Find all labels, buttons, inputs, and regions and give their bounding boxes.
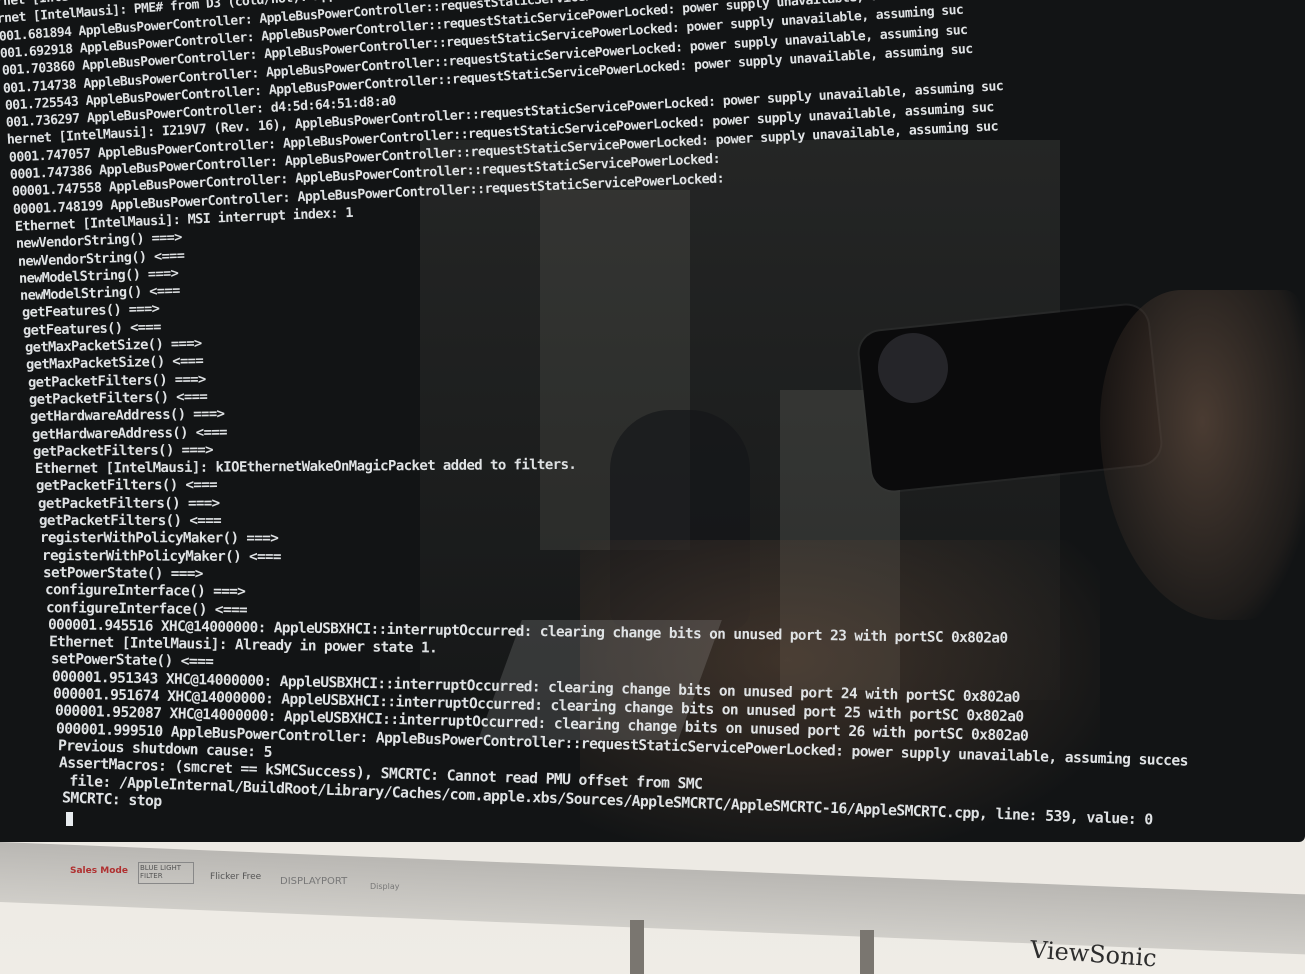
log-line: getMaxPacketSize() <=== — [25, 353, 204, 374]
log-line: SMCRTC: stop — [61, 789, 162, 811]
log-line: getHardwareAddress() <=== — [31, 424, 227, 443]
monitor-stand-right — [860, 930, 874, 974]
log-line: getPacketFilters() <=== — [39, 512, 222, 530]
log-line: getPacketFilters() ===> — [27, 371, 206, 391]
boot-log: rnet [IntelMausi]: PME# from D3 (cold/ho… — [0, 0, 1305, 842]
log-line: getPacketFilters() <=== — [36, 477, 218, 495]
log-line: configureInterface() <=== — [46, 599, 248, 619]
sales-mode-badge: Sales Mode — [70, 866, 128, 876]
log-line: getPacketFilters() ===> — [37, 495, 220, 512]
monitor-bottom-bezel — [0, 842, 1305, 955]
blue-light-filter-badge: BLUE LIGHT FILTER — [138, 862, 194, 884]
log-line: registerWithPolicyMaker() <=== — [41, 547, 281, 565]
terminal-cursor — [66, 812, 73, 826]
flicker-free-badge: Flicker Free — [210, 872, 262, 882]
displayport-badge: DISPLAYPORT — [280, 876, 348, 887]
monitor: rnet [IntelMausi]: PME# from D3 (cold/ho… — [0, 0, 1305, 960]
log-line: registerWithPolicyMaker() ===> — [40, 530, 279, 547]
log-line: getPacketFilters() ===> — [33, 441, 214, 460]
monitor-stand-left — [630, 920, 644, 974]
display-badge: Display — [370, 882, 400, 891]
log-line: Ethernet [IntelMausi]: kIOEthernetWakeOn… — [34, 456, 577, 478]
log-line: configureInterface() ===> — [44, 581, 246, 601]
log-line: getHardwareAddress() ===> — [30, 406, 225, 426]
monitor-screen: rnet [IntelMausi]: PME# from D3 (cold/ho… — [0, 0, 1305, 842]
log-line: setPowerState() ===> — [43, 564, 204, 583]
